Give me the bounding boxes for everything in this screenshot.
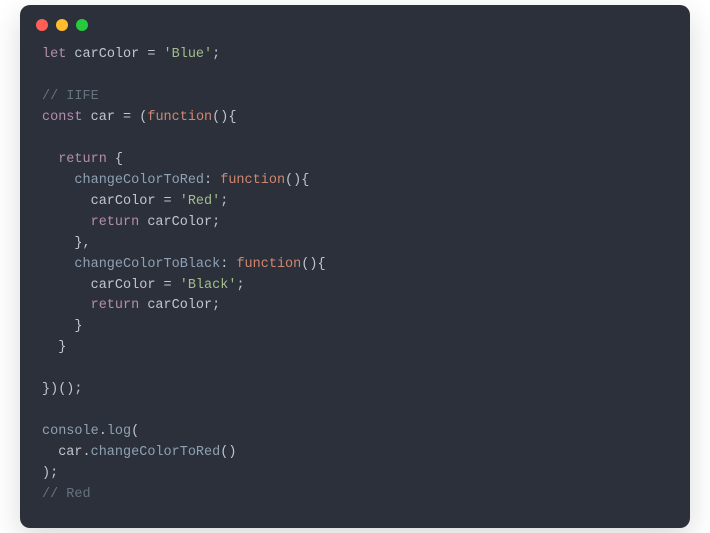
indent — [42, 173, 74, 188]
identifier: carColor — [66, 47, 147, 62]
indent — [42, 298, 91, 313]
editor-window: let carColor = 'Blue'; // IIFE const car… — [20, 5, 690, 527]
identifier: car — [83, 110, 124, 125]
operator: = — [147, 47, 163, 62]
paren-close: ); — [42, 466, 58, 481]
colon: : — [220, 257, 236, 272]
keyword-return: return — [91, 215, 140, 230]
punctuation: (){ — [212, 110, 236, 125]
code-text: carColor = — [42, 278, 180, 293]
keyword-function: function — [236, 257, 301, 272]
close-icon[interactable] — [36, 19, 48, 31]
keyword-return: return — [91, 298, 140, 313]
indent — [42, 257, 74, 272]
brace-close: }, — [42, 236, 91, 251]
dot: . — [99, 424, 107, 439]
comment: // IIFE — [42, 89, 99, 104]
semicolon: ; — [212, 47, 220, 62]
paren: () — [220, 445, 236, 460]
method-call: changeColorToRed — [91, 445, 221, 460]
colon: : — [204, 173, 220, 188]
punctuation: (){ — [301, 257, 325, 272]
code-text: carColor = — [42, 194, 180, 209]
keyword-const: const — [42, 110, 83, 125]
indent — [42, 215, 91, 230]
comment: // Red — [42, 487, 91, 502]
log-method: log — [107, 424, 131, 439]
code-text: car. — [42, 445, 91, 460]
string-literal: 'Black' — [180, 278, 237, 293]
keyword-function: function — [220, 173, 285, 188]
brace: { — [107, 152, 123, 167]
paren: ( — [131, 424, 139, 439]
code-area: let carColor = 'Blue'; // IIFE const car… — [20, 41, 690, 527]
console-object: console — [42, 424, 99, 439]
keyword-function: function — [147, 110, 212, 125]
operator: = ( — [123, 110, 147, 125]
brace-close: } — [42, 319, 83, 334]
titlebar — [20, 5, 690, 41]
minimize-icon[interactable] — [56, 19, 68, 31]
punctuation: (){ — [285, 173, 309, 188]
property-name: changeColorToRed — [74, 173, 204, 188]
keyword-let: let — [42, 47, 66, 62]
property-name: changeColorToBlack — [74, 257, 220, 272]
string-literal: 'Blue' — [164, 47, 213, 62]
iife-close: })(); — [42, 382, 83, 397]
semicolon: ; — [220, 194, 228, 209]
code-text: carColor; — [139, 298, 220, 313]
keyword-return: return — [42, 152, 107, 167]
semicolon: ; — [236, 278, 244, 293]
brace-close: } — [42, 340, 66, 355]
code-text: carColor; — [139, 215, 220, 230]
string-literal: 'Red' — [180, 194, 221, 209]
maximize-icon[interactable] — [76, 19, 88, 31]
